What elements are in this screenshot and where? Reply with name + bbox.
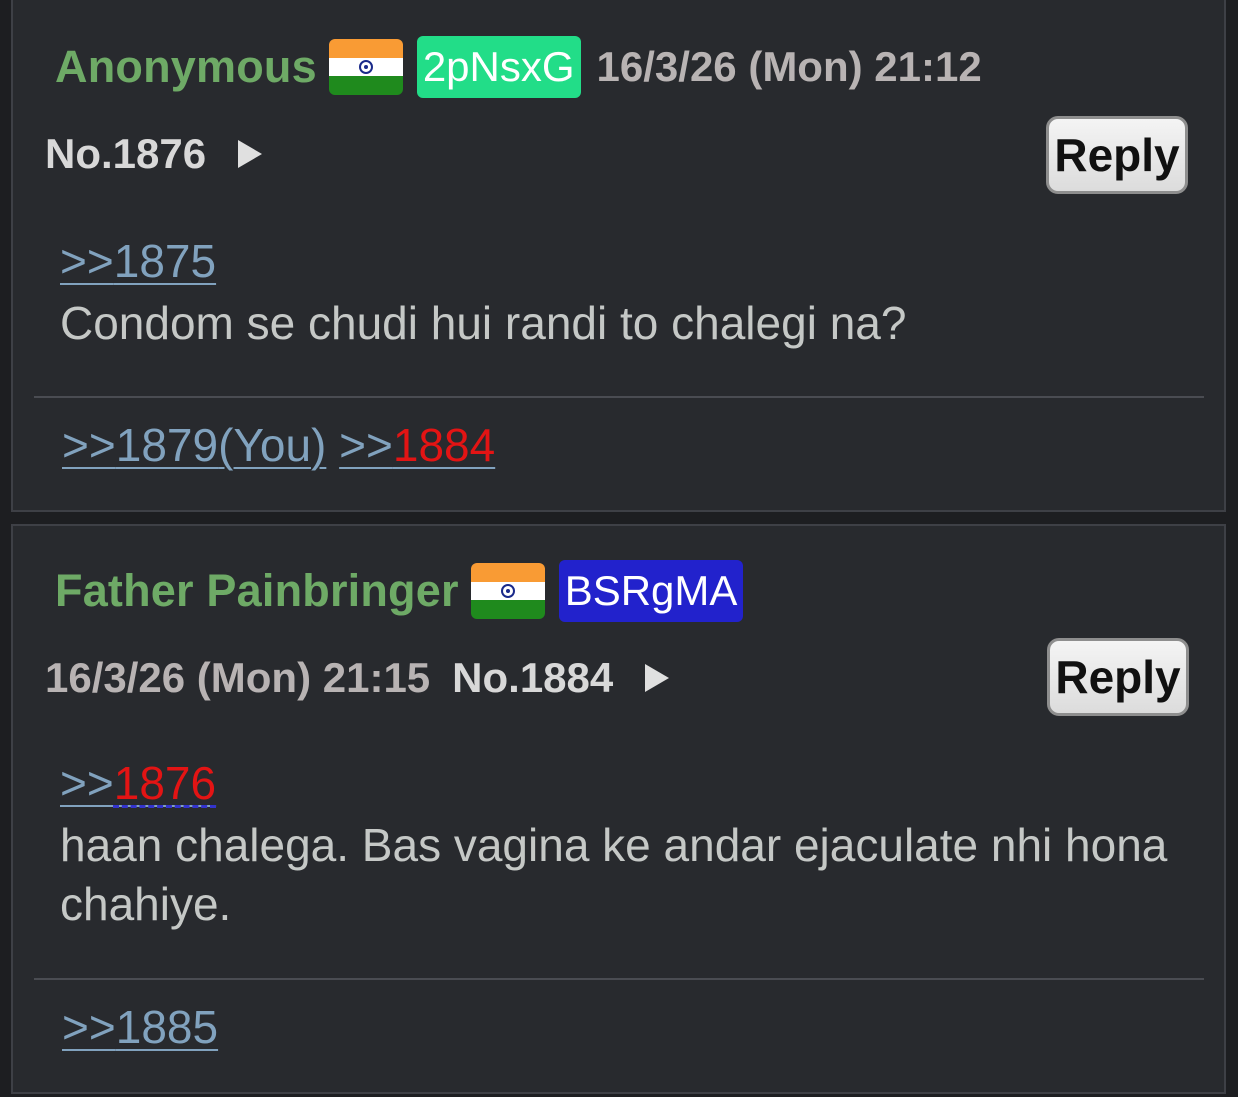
post-date: 16/3/26 (Mon) 21:15 xyxy=(45,654,431,701)
reply-button[interactable]: Reply xyxy=(1047,638,1189,716)
post-number-link[interactable]: No.1884 xyxy=(452,654,613,702)
post-header: Anonymous 2pNsxG 16/3/26 (Mon) 21:12 xyxy=(55,36,982,98)
post-header: Father Painbringer BSRgMA xyxy=(55,560,744,622)
post-1884: Father Painbringer BSRgMA 16/3/26 (Mon) … xyxy=(11,524,1226,1094)
backlink-1879[interactable]: >>1879(You) xyxy=(62,419,326,471)
post-number-link[interactable]: No.1876 xyxy=(45,130,206,178)
backlinks: >>1885 xyxy=(62,1000,218,1054)
poster-name: Anonymous xyxy=(55,41,317,92)
quote-link[interactable]: >>1875 xyxy=(60,234,216,288)
india-flag-icon xyxy=(328,39,403,95)
backlink-1885[interactable]: >>1885 xyxy=(62,1001,218,1053)
post-body: Condom se chudi hui randi to chalegi na? xyxy=(60,297,907,349)
poster-name: Father Painbringer xyxy=(55,565,459,616)
backlink-divider xyxy=(34,978,1204,980)
thread-view: Anonymous 2pNsxG 16/3/26 (Mon) 21:12 No.… xyxy=(0,0,1238,1097)
backlink-1884[interactable]: >>1884 xyxy=(339,419,495,471)
backlinks: >>1879(You) >>1884 xyxy=(62,418,495,472)
post-menu-arrow-icon[interactable] xyxy=(645,664,670,692)
post-date: 16/3/26 (Mon) 21:12 xyxy=(596,43,982,90)
post-1876: Anonymous 2pNsxG 16/3/26 (Mon) 21:12 No.… xyxy=(11,0,1226,512)
poster-id-badge[interactable]: 2pNsxG xyxy=(416,36,581,98)
india-flag-icon xyxy=(470,563,545,619)
poster-id-badge[interactable]: BSRgMA xyxy=(558,560,744,622)
backlink-divider xyxy=(34,396,1204,398)
post-number-row: No.1876 xyxy=(45,130,263,178)
post-menu-arrow-icon[interactable] xyxy=(238,140,263,168)
quote-link[interactable]: >>1876 xyxy=(60,756,216,810)
post-number-row: 16/3/26 (Mon) 21:15 No.1884 xyxy=(45,654,670,702)
reply-button[interactable]: Reply xyxy=(1046,116,1188,194)
post-body: haan chalega. Bas vagina ke andar ejacul… xyxy=(60,819,1168,930)
